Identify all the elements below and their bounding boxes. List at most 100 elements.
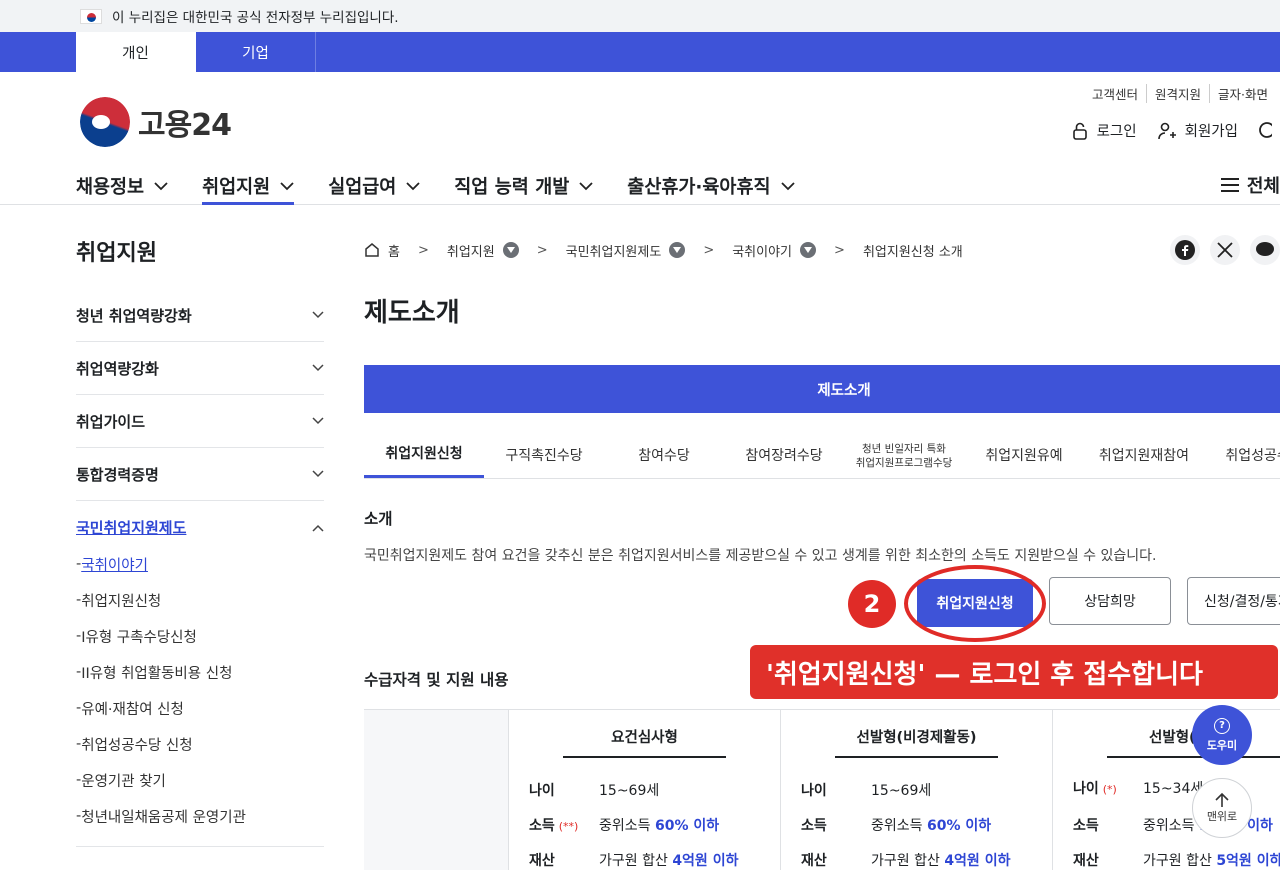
row-label: 재산 <box>529 853 555 869</box>
row-value-highlight: 4억원 이하 <box>944 853 1011 869</box>
sidebar-item-label: 국민취업지원제도 <box>76 519 187 537</box>
row-label: 소득 <box>1073 818 1099 834</box>
sub-item-agency[interactable]: - 운영기관 찾기 <box>76 762 324 798</box>
qualification-table: 요건심사형 나이 15~69세 소득 (**) 중위소득 60% 이하 재산 가구원 합… <box>364 709 1280 870</box>
status-button[interactable]: 신청/결정/통지 <box>1187 577 1280 625</box>
kakao-share-button[interactable] <box>1250 235 1280 265</box>
chevron-down-icon <box>780 181 795 190</box>
sidebar-item-label: 청년 취업역량강화 <box>76 306 192 325</box>
gov-banner-text: 이 누리집은 대한민국 공식 전자정부 누리집입니다. <box>112 10 399 26</box>
table-row-age: 나이 15~69세 <box>529 780 659 800</box>
sub-item-apply[interactable]: - 취업지원신청 <box>76 582 324 618</box>
sub-item-defer[interactable]: - 유예·재참여 신청 <box>76 690 324 726</box>
table-row-income: 소득 중위소득 60% 이하 <box>801 815 991 835</box>
breadcrumb-home[interactable]: 홈 <box>364 241 400 260</box>
sub-item-type1[interactable]: - I유형 구촉수당신청 <box>76 618 324 654</box>
gnb-item-jobs[interactable]: 채용정보 <box>76 168 168 204</box>
tab-apply[interactable]: 취업지원신청 <box>364 435 484 478</box>
row-value: 15~69세 <box>599 783 660 799</box>
chevron-down-icon <box>154 181 168 190</box>
row-value-highlight: 4억원 이하 <box>672 853 739 869</box>
breadcrumb: 홈 > 취업지원 > 국민취업지원제도 > 국취이야기 > 취업지원신청 소개 <box>364 235 1280 265</box>
main-navigation: 채용정보 취업지원 실업급여 직업 능력 개발 출산휴가·육아휴직 <box>76 168 829 205</box>
qualification-heading: 수급자격 및 지원 내용 <box>364 671 509 689</box>
breadcrumb-separator-icon: > <box>834 242 845 258</box>
gnb-label: 취업지원 <box>202 177 271 198</box>
row-label: 소득 <box>801 818 827 834</box>
consult-button[interactable]: 상담희망 <box>1049 577 1171 625</box>
gnb-label: 출산휴가·육아휴직 <box>627 177 771 198</box>
sidebar-item-guide[interactable]: 취업가이드 <box>76 395 324 448</box>
gnb-item-employment-support[interactable]: 취업지원 <box>202 168 295 205</box>
sub-item-story[interactable]: - 국취이야기 <box>76 546 324 582</box>
sub-item-label: 취업지원신청 <box>81 593 162 610</box>
all-menu-button[interactable]: 전체 <box>1220 172 1280 198</box>
search-icon <box>1259 121 1272 138</box>
link-customer-center[interactable]: 고객센터 <box>1084 84 1146 103</box>
sub-item-success[interactable]: - 취업성공수당 신청 <box>76 726 324 762</box>
scroll-top-button[interactable]: 맨위로 <box>1192 778 1252 838</box>
tab-business[interactable]: 기업 <box>196 32 316 72</box>
sidebar-item-label: 취업역량강화 <box>76 359 159 378</box>
sidebar-item-capacity[interactable]: 취업역량강화 <box>76 342 324 395</box>
row-value: 가구원 합산 <box>599 853 673 869</box>
search-button[interactable] <box>1258 121 1280 141</box>
gnb-item-parental-leave[interactable]: 출산휴가·육아휴직 <box>627 168 795 204</box>
tab-youth-program-allowance[interactable]: 청년 빈일자리 특화 취업지원프로그램수당 <box>844 435 964 478</box>
tab-encouragement-allowance[interactable]: 참여장려수당 <box>724 435 844 478</box>
annotation-step-badge: 2 <box>848 580 896 628</box>
signup-button[interactable]: 회원가입 <box>1157 120 1238 141</box>
link-remote-support[interactable]: 원격지원 <box>1146 84 1209 103</box>
tab-participation-allowance[interactable]: 참여수당 <box>604 435 724 478</box>
user-type-tabs: 개인 기업 <box>0 32 1280 72</box>
helper-button[interactable]: ? 도우미 <box>1192 705 1252 765</box>
link-text-display[interactable]: 글자·화면 <box>1209 84 1276 103</box>
sidebar-title: 취업지원 <box>76 241 157 266</box>
tab-individual[interactable]: 개인 <box>76 32 196 72</box>
table-row-asset: 재산 가구원 합산 4억원 이하 <box>529 850 738 870</box>
tab-job-seeking-allowance[interactable]: 구직촉진수당 <box>484 435 604 478</box>
gnb-item-job-skills[interactable]: 직업 능력 개발 <box>454 168 593 204</box>
user-plus-icon <box>1157 122 1176 139</box>
row-label: 나이 <box>529 783 555 799</box>
breadcrumb-label: 국민취업지원제도 <box>565 244 662 260</box>
dropdown-circle-icon[interactable] <box>800 242 817 258</box>
breadcrumb-separator-icon: > <box>417 242 429 258</box>
table-column-selection-inactive: 선발형(비경제활동) 나이 15~69세 소득 중위소득 60% 이하 재산 가구원 … <box>781 710 1053 870</box>
x-share-button[interactable] <box>1210 235 1240 265</box>
content-tabs: 취업지원신청 구직촉진수당 참여수당 참여장려수당 청년 빈일자리 특화 취업지… <box>364 435 1280 479</box>
facebook-share-button[interactable] <box>1170 235 1200 265</box>
section-tab-intro[interactable]: 제도소개 <box>364 365 1280 413</box>
dropdown-circle-icon[interactable] <box>669 242 686 258</box>
column-title-underline <box>563 756 726 758</box>
breadcrumb-item[interactable]: 국민취업지원제도 <box>566 241 686 260</box>
table-column-review-type: 요건심사형 나이 15~69세 소득 (**) 중위소득 60% 이하 재산 가구원 합… <box>509 710 781 870</box>
dropdown-circle-icon[interactable] <box>502 242 519 258</box>
chevron-up-icon <box>312 524 324 532</box>
row-value: 중위소득 <box>1143 818 1199 834</box>
tab-success-allowance[interactable]: 취업성공수당 <box>1204 435 1280 478</box>
gnb-item-unemployment-benefit[interactable]: 실업급여 <box>328 168 420 204</box>
row-value-highlight: 60% 이하 <box>654 818 720 834</box>
sub-item-youth-fund[interactable]: - 청년내일채움공제 운영기관 <box>76 798 324 834</box>
sub-item-type2[interactable]: - II유형 취업활동비용 신청 <box>76 654 324 690</box>
sub-item-label: I유형 구촉수당신청 <box>81 629 197 646</box>
sidebar-item-youth-capacity[interactable]: 청년 취업역량강화 <box>76 289 324 342</box>
question-icon: ? <box>1214 717 1230 734</box>
row-value: 중위소득 <box>599 818 655 834</box>
sidebar-item-career-cert[interactable]: 통합경력증명 <box>76 448 324 501</box>
breadcrumb-label: 국취이야기 <box>732 244 793 260</box>
gnb-label: 직업 능력 개발 <box>454 177 570 198</box>
site-logo[interactable]: 고용24 <box>80 97 232 147</box>
tab-reparticipation[interactable]: 취업지원재참여 <box>1084 435 1204 478</box>
chevron-down-icon <box>579 181 593 190</box>
sidebar-sub-list: - 국취이야기 - 취업지원신청 - I유형 구촉수당신청 - II유형 취업활동비용 … <box>76 546 324 847</box>
breadcrumb-item[interactable]: 국취이야기 <box>732 241 817 260</box>
login-button[interactable]: 로그인 <box>1071 120 1137 141</box>
annotation-banner: '취업지원신청' — 로그인 후 접수합니다 <box>750 645 1278 699</box>
sidebar: 취업지원 청년 취업역량강화 취업역량강화 취업가이드 통합경력증명 국민취업지… <box>76 235 324 847</box>
home-icon <box>365 243 379 257</box>
lock-icon <box>1072 122 1087 140</box>
tab-deferral[interactable]: 취업지원유예 <box>964 435 1084 478</box>
breadcrumb-item[interactable]: 취업지원 <box>447 241 519 260</box>
